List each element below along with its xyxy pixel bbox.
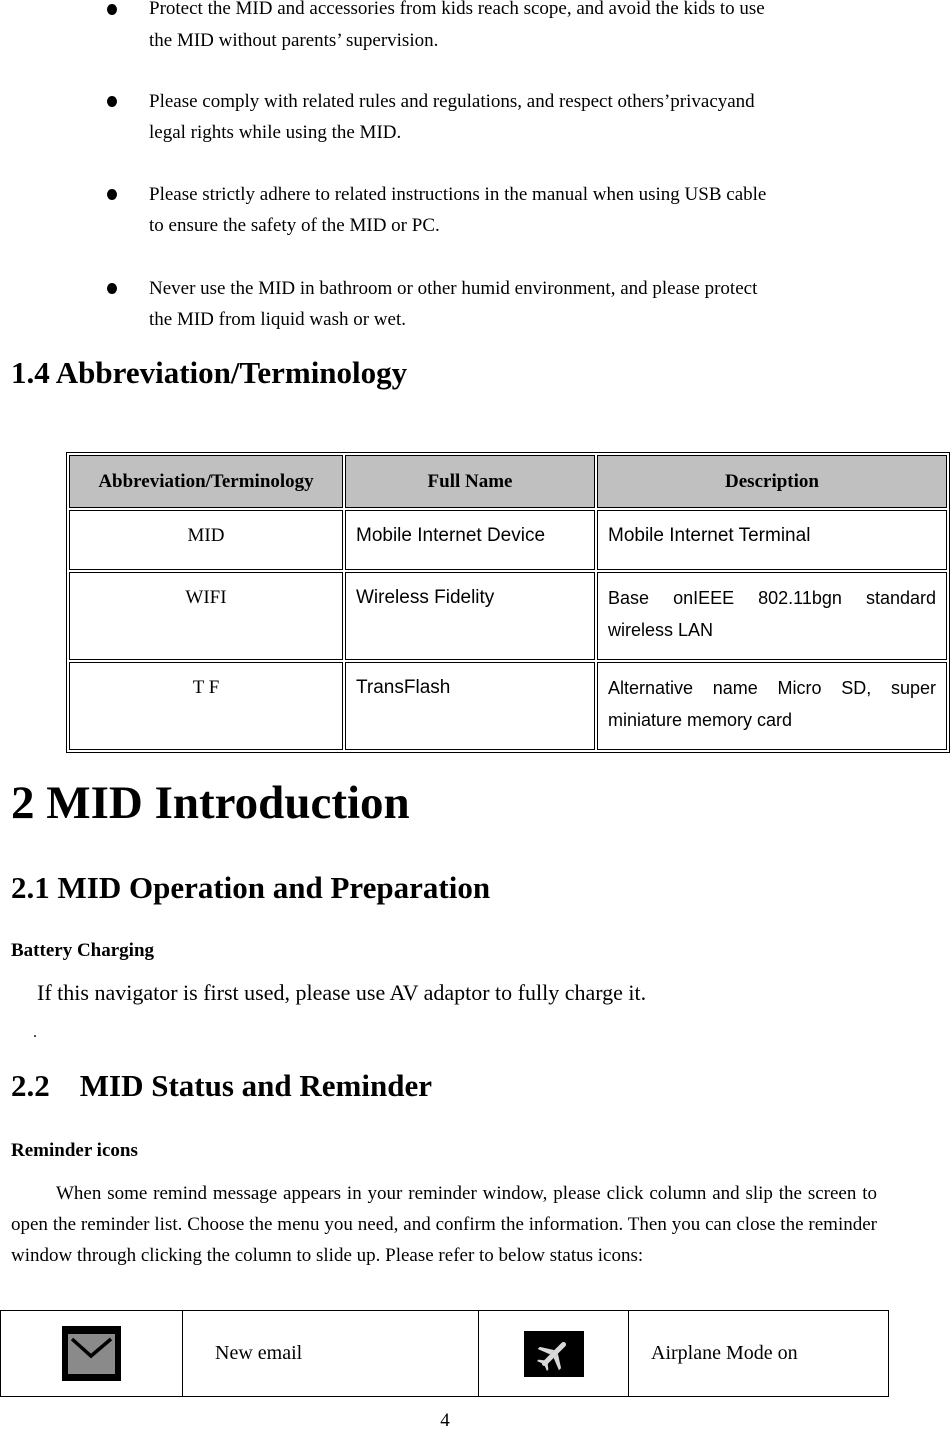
table-header-row: Abbreviation/Terminology Full Name Descr… xyxy=(69,455,947,508)
icon-label: New email xyxy=(182,1310,479,1397)
bullet-text-line: to ensure the safety of the MID or PC. xyxy=(149,215,440,236)
icon-label: Airplane Mode on xyxy=(628,1310,889,1397)
cell-full-name: Wireless Fidelity xyxy=(345,572,595,660)
subheading-reminder-icons: Reminder icons xyxy=(11,1140,138,1161)
bullet-text-line: the MID without parents’ supervision. xyxy=(149,30,439,51)
reminder-paragraph: When some remind message appears in your… xyxy=(11,1178,877,1271)
bullet-dot-icon xyxy=(107,283,117,294)
bullet-text-line: Please comply with related rules and reg… xyxy=(149,91,755,112)
bullet-text-line: the MID from liquid wash or wet. xyxy=(149,309,406,330)
email-icon xyxy=(62,1326,121,1381)
table-row: MID Mobile Internet Device Mobile Intern… xyxy=(69,510,947,570)
stray-period: . xyxy=(33,1024,37,1041)
section-number: 2.2 xyxy=(11,1068,50,1103)
cell-description: Alternative name Micro SD, super miniatu… xyxy=(597,662,947,750)
section-heading-1-4: 1.4 Abbreviation/Terminology xyxy=(11,355,408,390)
bullet-text-line: Protect the MID and accessories from kid… xyxy=(149,0,765,19)
abbreviation-table: Abbreviation/Terminology Full Name Descr… xyxy=(66,452,950,753)
table-row: New email Airplane Mode on xyxy=(0,1310,889,1397)
bullet-text-line: Never use the MID in bathroom or other h… xyxy=(149,278,758,299)
page-number: 4 xyxy=(440,1410,450,1431)
section-heading-2-1: 2.1 MID Operation and Preparation xyxy=(11,870,491,905)
battery-charging-text: If this navigator is first used, please … xyxy=(37,980,647,1005)
airplane-icon xyxy=(523,1330,584,1377)
table-row: T F TransFlash Alternative name Micro SD… xyxy=(69,662,947,750)
section-title: MID Status and Reminder xyxy=(79,1068,432,1103)
subheading-battery-charging: Battery Charging xyxy=(11,940,155,961)
bullet-dot-icon xyxy=(107,189,117,200)
cell-full-name: TransFlash xyxy=(345,662,595,750)
cell-full-name: Mobile Internet Device xyxy=(345,510,595,570)
icon-cell xyxy=(0,1310,183,1397)
bullet-dot-icon xyxy=(107,96,117,107)
chapter-heading: 2 MID Introduction xyxy=(11,777,410,829)
cell-description: Base onIEEE 802.11bgn standard wireless … xyxy=(597,572,947,660)
cell-abbreviation: T F xyxy=(69,662,343,750)
icon-cell xyxy=(478,1310,629,1397)
table-row: WIFI Wireless Fidelity Base onIEEE 802.1… xyxy=(69,572,947,660)
column-header-description: Description xyxy=(597,455,947,508)
cell-abbreviation: MID xyxy=(69,510,343,570)
reminder-paragraph-text: When some remind message appears in your… xyxy=(11,1183,877,1266)
cell-abbreviation: WIFI xyxy=(69,572,343,660)
column-header-abbreviation: Abbreviation/Terminology xyxy=(69,455,343,508)
bullet-dot-icon xyxy=(107,4,117,15)
bullet-text-line: legal rights while using the MID. xyxy=(149,122,402,143)
column-header-full-name: Full Name xyxy=(345,455,595,508)
section-heading-2-2: 2.2 MID Status and Reminder xyxy=(11,1068,432,1104)
cell-description: Mobile Internet Terminal xyxy=(597,510,947,570)
bullet-text-line: Please strictly adhere to related instru… xyxy=(149,184,767,205)
status-icons-table: New email Airplane Mode on xyxy=(0,1310,889,1397)
